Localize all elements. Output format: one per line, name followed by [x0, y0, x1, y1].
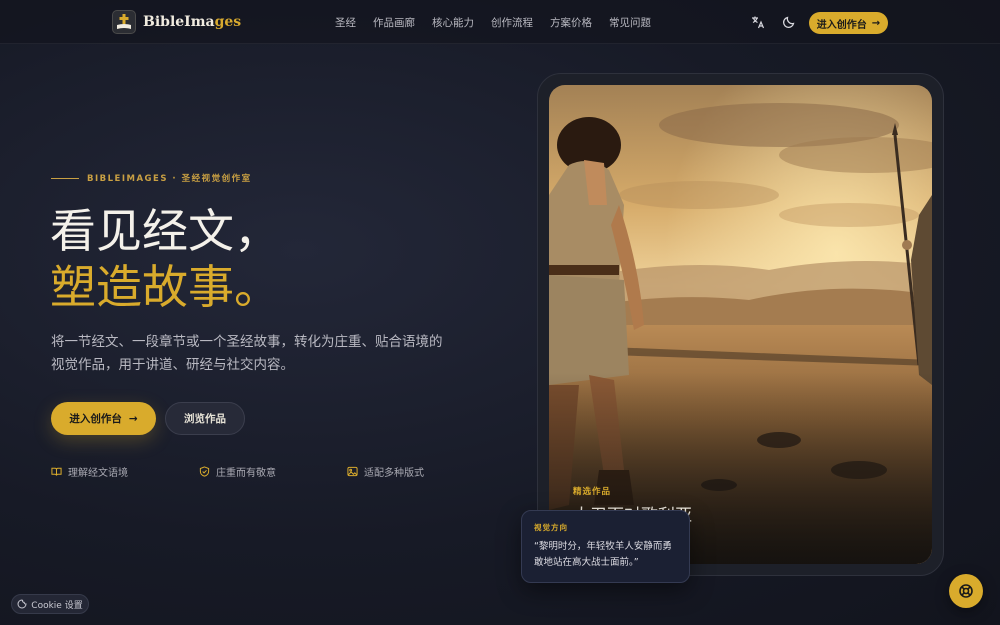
nav-item-gallery[interactable]: 作品画廊	[373, 15, 415, 30]
nav-item-workflow[interactable]: 创作流程	[491, 15, 533, 30]
featured-tag: 精选作品	[573, 487, 612, 497]
translate-icon[interactable]	[751, 14, 767, 30]
enter-studio-label: 进入创作台	[69, 413, 122, 425]
shield-icon	[199, 466, 210, 477]
hero-title: 看见经文， 塑造故事。	[50, 203, 280, 315]
feature-label: 理解经文语境	[68, 468, 128, 479]
browse-works-button[interactable]: 浏览作品	[165, 402, 245, 435]
feature-label: 庄重而有敬意	[216, 468, 276, 479]
feature-reverent: 庄重而有敬意	[199, 464, 276, 479]
eyebrow-divider	[51, 177, 79, 179]
browse-works-label: 浏览作品	[184, 413, 226, 425]
help-support-button[interactable]	[949, 574, 983, 608]
nav-item-faq[interactable]: 常见问题	[609, 15, 651, 30]
hero-title-line2: 塑造故事。	[50, 260, 280, 314]
nav-cta-button[interactable]: 进入创作台 →	[809, 12, 888, 34]
nav-item-pricing[interactable]: 方案价格	[550, 15, 592, 30]
brand-name: BibleImages	[143, 14, 242, 30]
bible-logo-icon	[112, 10, 136, 34]
main-menu: 圣经 作品画廊 核心能力 创作流程 方案价格 常见问题	[335, 15, 651, 30]
dark-mode-icon[interactable]	[782, 14, 798, 30]
lifebuoy-icon	[959, 584, 973, 598]
brand-logo[interactable]: BibleImages	[112, 10, 241, 34]
caption-text: “黎明时分，年轻牧羊人安静而勇敢地站在高大战士面前。”	[534, 541, 672, 568]
top-navbar: BibleImages 圣经 作品画廊 核心能力 创作流程 方案价格 常见问题 …	[0, 0, 1000, 44]
nav-cta-label: 进入创作台	[816, 19, 867, 31]
image-icon	[347, 466, 358, 477]
enter-studio-button[interactable]: 进入创作台 →	[51, 402, 156, 435]
caption-label: 视觉方向	[534, 523, 568, 532]
arrow-right-icon: →	[128, 412, 138, 425]
nav-item-bible[interactable]: 圣经	[335, 15, 356, 30]
hero-subtitle: 将一节经文、一段章节或一个圣经故事，转化为庄重、贴合语境的视觉作品，用于讲道、研…	[51, 334, 443, 373]
feature-label: 适配多种版式	[364, 468, 424, 479]
nav-item-features[interactable]: 核心能力	[432, 15, 474, 30]
feature-formats: 适配多种版式	[347, 464, 424, 479]
arrow-right-icon: →	[871, 17, 881, 29]
cookie-settings-label: Cookie 设置	[31, 600, 83, 611]
hero-eyebrow: BIBLEIMAGES · 圣经视觉创作室	[51, 172, 252, 184]
cookie-icon	[17, 599, 27, 609]
eyebrow-text: BIBLEIMAGES · 圣经视觉创作室	[87, 174, 252, 184]
book-icon	[51, 467, 62, 476]
visual-direction-card: 视觉方向 “黎明时分，年轻牧羊人安静而勇敢地站在高大战士面前。”	[521, 510, 690, 583]
cookie-settings-button[interactable]: Cookie 设置	[11, 594, 89, 614]
feature-context: 理解经文语境	[51, 464, 128, 479]
hero-title-line1: 看见经文，	[50, 204, 280, 258]
